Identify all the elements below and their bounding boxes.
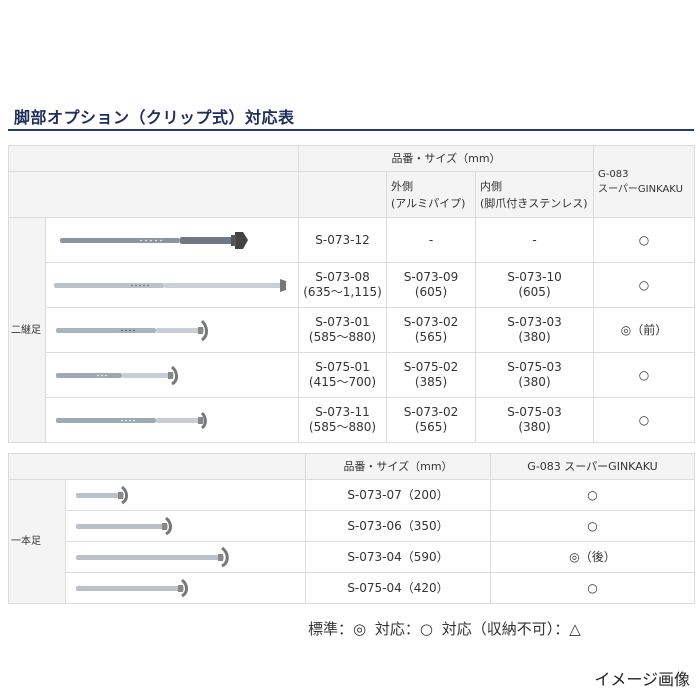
outer-sub-label: (アルミパイプ) bbox=[391, 196, 466, 210]
compat-cell: ○ bbox=[490, 479, 695, 511]
leg-image bbox=[45, 262, 299, 308]
header-model: G-083 スーパーGINKAKU bbox=[593, 145, 695, 218]
leg-illustration bbox=[56, 365, 178, 386]
leg-illustration bbox=[76, 516, 172, 536]
leg-illustration bbox=[60, 232, 248, 249]
leg-illustration bbox=[76, 578, 188, 598]
size-cell: S-073-04（590） bbox=[305, 541, 491, 573]
header-inner: 内側 (脚爪付きステンレス) bbox=[475, 171, 594, 218]
leg-illustration bbox=[54, 279, 286, 292]
title-underline bbox=[8, 129, 694, 131]
outer-cell: S-073-02 (565) bbox=[386, 397, 476, 443]
size-cell: S-075-01 (415～700) bbox=[298, 352, 387, 398]
header-part-size: 品番・サイズ（mm） bbox=[305, 453, 491, 480]
outer-cell: - bbox=[386, 217, 476, 263]
leg-image bbox=[45, 352, 299, 398]
size-cell: S-073-11 (585～880) bbox=[298, 397, 387, 443]
inner-cell: - bbox=[475, 217, 594, 263]
leg-image bbox=[45, 307, 299, 353]
leg-illustration bbox=[56, 411, 207, 430]
group-label-two-section: 二継足 bbox=[8, 217, 46, 443]
compat-cell: ○ bbox=[593, 262, 695, 308]
compat-cell: ◎（後） bbox=[490, 541, 695, 573]
leg-illustration bbox=[56, 319, 208, 342]
size-cell: S-075-04（420） bbox=[305, 572, 491, 604]
size-cell: S-073-06（350） bbox=[305, 510, 491, 542]
leg-image bbox=[65, 541, 306, 573]
single-leg-table: 品番・サイズ（mm） G-083 スーパーGINKAKU 一本足 S-073-0… bbox=[8, 453, 695, 604]
two-section-leg-table: 品番・サイズ（mm） G-083 スーパーGINKAKU 外側 (アルミパイプ)… bbox=[8, 145, 695, 443]
page-title: 脚部オプション（クリップ式）対応表 bbox=[14, 108, 295, 127]
inner-cell: S-073-03 (380) bbox=[475, 307, 594, 353]
compat-cell: ◎（前） bbox=[593, 307, 695, 353]
inner-cell: S-075-03 (380) bbox=[475, 397, 594, 443]
header-complete bbox=[298, 171, 387, 218]
size-cell: S-073-12 bbox=[298, 217, 387, 263]
leg-image bbox=[65, 479, 306, 511]
compat-cell: ○ bbox=[593, 217, 695, 263]
legend-compatible: 対応：○ bbox=[374, 620, 433, 638]
leg-illustration bbox=[76, 485, 128, 505]
leg-image bbox=[45, 217, 299, 263]
leg-image bbox=[65, 510, 306, 542]
compat-cell: ○ bbox=[593, 352, 695, 398]
inner-sub-label: (脚爪付きステンレス) bbox=[480, 196, 588, 210]
compat-cell: ○ bbox=[490, 572, 695, 604]
leg-image bbox=[65, 572, 306, 604]
size-cell: S-073-07（200） bbox=[305, 479, 491, 511]
image-caption: イメージ画像 bbox=[594, 670, 690, 689]
outer-cell: S-075-02 (385) bbox=[386, 352, 476, 398]
header-blank-2 bbox=[8, 171, 299, 218]
size-cell: S-073-01 (585～880) bbox=[298, 307, 387, 353]
legend-standard: 標準：◎ bbox=[308, 620, 367, 638]
compat-cell: ○ bbox=[593, 397, 695, 443]
header-part-size: 品番・サイズ（mm） bbox=[298, 145, 594, 172]
outer-label: 外側 bbox=[391, 179, 413, 193]
leg-illustration bbox=[76, 546, 229, 568]
group-label-single: 一本足 bbox=[8, 479, 66, 604]
inner-cell: S-073-10 (605) bbox=[475, 262, 594, 308]
inner-cell: S-075-03 (380) bbox=[475, 352, 594, 398]
outer-cell: S-073-09 (605) bbox=[386, 262, 476, 308]
header-outer: 外側 (アルミパイプ) bbox=[386, 171, 476, 218]
leg-image bbox=[45, 397, 299, 443]
legend: 標準：◎ 対応：○ 対応（収納不可）：△ bbox=[308, 618, 585, 639]
outer-cell: S-073-02 (565) bbox=[386, 307, 476, 353]
legend-compatible-no-storage: 対応（収納不可）：△ bbox=[441, 620, 581, 638]
header-blank bbox=[8, 145, 299, 172]
header-blank bbox=[8, 453, 306, 480]
compat-cell: ○ bbox=[490, 510, 695, 542]
header-model: G-083 スーパーGINKAKU bbox=[490, 453, 695, 480]
size-cell: S-073-08 (635～1,115) bbox=[298, 262, 387, 308]
inner-label: 内側 bbox=[480, 179, 502, 193]
